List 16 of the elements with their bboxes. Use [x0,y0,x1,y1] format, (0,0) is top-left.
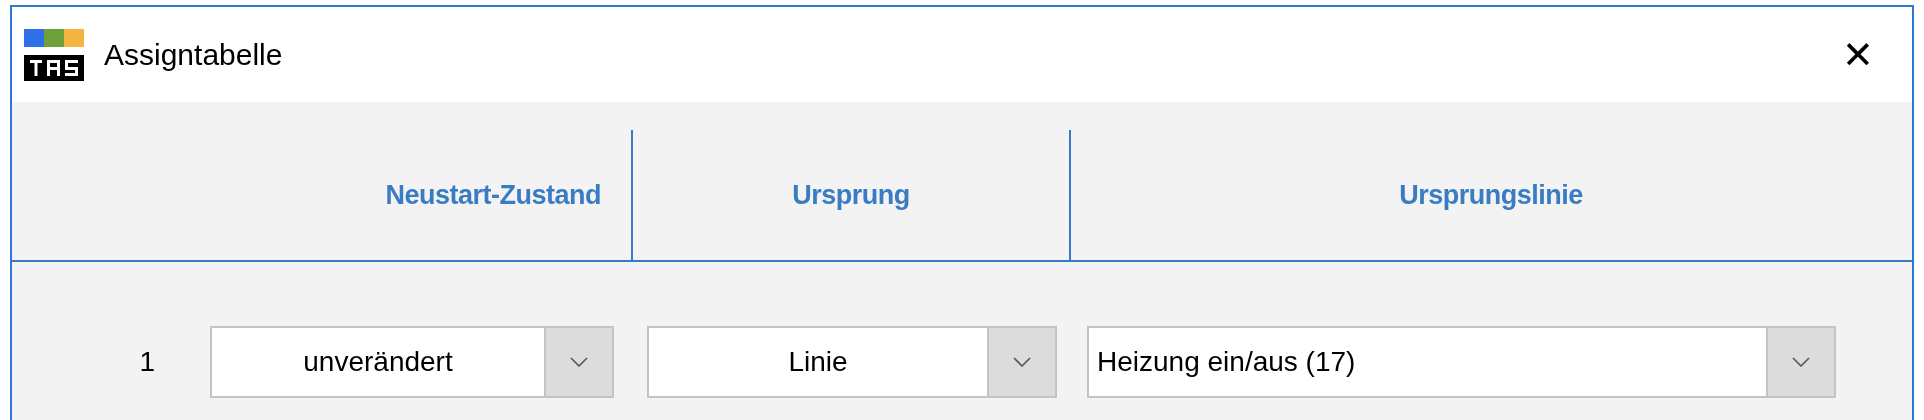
chevron-down-icon [1792,357,1810,367]
column-header: Ursprungslinie [1399,178,1583,212]
dropdown-value: unverändert [303,345,453,379]
dropdown[interactable]: Heizung ein/aus (17) [1087,326,1836,398]
dropdown[interactable]: Linie [647,326,1057,398]
dropdown-value: Linie [788,345,848,379]
column-header: Ursprung [792,178,910,212]
window-title: Assigntabelle [104,37,283,73]
dropdown[interactable]: unverändert [210,326,614,398]
close-button[interactable]: ✕ [1842,35,1874,74]
chevron-down-icon [1013,357,1031,367]
column-header: Neustart-Zustand [385,178,601,212]
dropdown-value: Heizung ein/aus (17) [1097,345,1356,379]
chevron-down-icon [570,357,588,367]
row-number: 1 [138,345,156,379]
app-logo-icon [24,28,84,81]
